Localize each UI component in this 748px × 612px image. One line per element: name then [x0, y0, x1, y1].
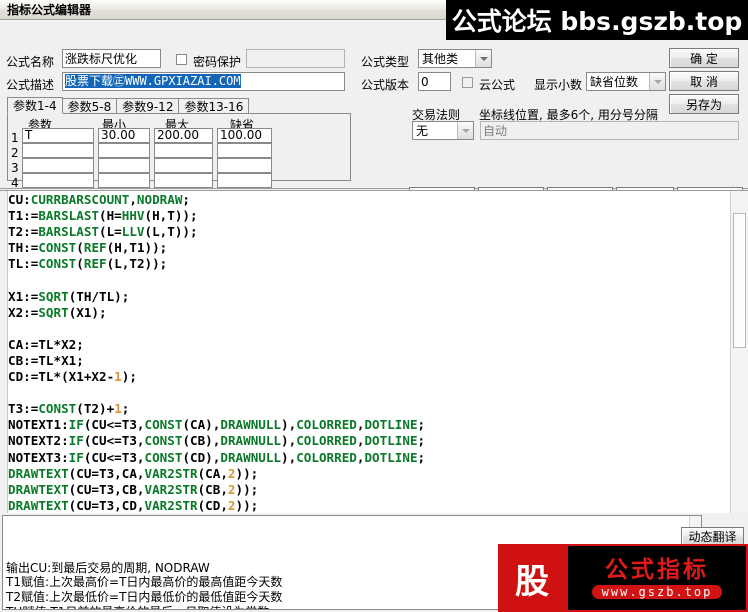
- formula-type-value: 其他类: [422, 52, 459, 66]
- formula-type-label: 公式类型: [361, 55, 410, 69]
- formula-type-combo[interactable]: 其他类: [418, 49, 492, 68]
- param-row-index: 4: [11, 176, 19, 190]
- save-as-button-label: 另存为: [685, 97, 722, 112]
- window-title: 指标公式编辑器: [7, 3, 92, 17]
- param-default-input-3[interactable]: [217, 158, 272, 173]
- decimals-value: 缺省位数: [590, 75, 639, 89]
- param-max-input-3[interactable]: [154, 158, 213, 173]
- password-protect-label: 密码保护: [193, 55, 242, 69]
- param-min-input-3[interactable]: [98, 158, 150, 173]
- watermark-top-banner: 公式论坛 bbs.gszb.top: [446, 0, 748, 40]
- password-input[interactable]: [246, 49, 345, 68]
- watermark-logo-title: 公式指标: [605, 557, 709, 583]
- trade-rule-combo[interactable]: 无: [412, 121, 474, 140]
- axis-position-input[interactable]: [480, 121, 739, 140]
- ok-button[interactable]: 确 定: [669, 48, 739, 68]
- cancel-button-label: 取 消: [690, 74, 718, 89]
- formula-version-input[interactable]: [418, 72, 451, 91]
- param-name-input-2[interactable]: [22, 143, 94, 158]
- formula-version-label: 公式版本: [361, 78, 410, 92]
- param-min-input-2[interactable]: [98, 143, 150, 158]
- editor-scrollbar-thumb[interactable]: [733, 213, 746, 348]
- tab-params-5-8[interactable]: 参数5-8: [61, 98, 118, 114]
- editor-gutter: [0, 191, 8, 513]
- param-row-index: 3: [11, 161, 19, 175]
- watermark-logo-glyph: 股: [498, 544, 566, 612]
- parameter-tabs: 参数1-4 参数5-8 参数9-12 参数13-16: [7, 97, 250, 114]
- param-max-input-4[interactable]: [154, 173, 213, 188]
- formula-name-label: 公式名称: [6, 55, 55, 69]
- decimals-combo[interactable]: 缺省位数: [586, 72, 666, 91]
- chevron-down-icon[interactable]: [475, 50, 491, 67]
- editor-vertical-scrollbar[interactable]: [730, 191, 748, 513]
- save-as-button[interactable]: 另存为: [669, 94, 739, 114]
- param-default-input-4[interactable]: [217, 173, 272, 188]
- param-max-input-2[interactable]: [154, 143, 213, 158]
- watermark-logo: 股 公式指标 www.gszb.top: [498, 544, 748, 612]
- trade-rule-value: 无: [416, 124, 429, 138]
- watermark-logo-url: www.gszb.top: [591, 585, 723, 599]
- formula-desc-value: 股票下载㊣WWW.GPXIAZAI.COM: [65, 74, 241, 88]
- param-default-input-1[interactable]: [217, 128, 272, 143]
- code-text[interactable]: CU:CURRBARSCOUNT,NODRAW; T1:=BARSLAST(H=…: [8, 192, 718, 513]
- tab-params-13-16[interactable]: 参数13-16: [178, 98, 250, 114]
- code-editor[interactable]: CU:CURRBARSCOUNT,NODRAW; T1:=BARSLAST(H=…: [0, 190, 748, 513]
- param-default-input-2[interactable]: [217, 143, 272, 158]
- parameters-panel: 参数 最小 最大 缺省 1 2 3 4: [7, 113, 351, 190]
- ok-button-label: 确 定: [690, 51, 718, 66]
- dynamic-translate-label: 动态翻译: [688, 530, 737, 544]
- cancel-button[interactable]: 取 消: [669, 71, 739, 91]
- tab-params-9-12[interactable]: 参数9-12: [116, 98, 180, 114]
- decimals-label: 显示小数: [534, 78, 583, 92]
- formula-desc-input[interactable]: 股票下载㊣WWW.GPXIAZAI.COM: [62, 72, 345, 91]
- param-row-index: 2: [11, 146, 19, 160]
- formula-desc-label: 公式描述: [6, 78, 55, 92]
- tab-params-1-4[interactable]: 参数1-4: [7, 97, 63, 114]
- param-name-input-3[interactable]: [22, 158, 94, 173]
- watermark-top-text: 公式论坛 bbs.gszb.top: [451, 7, 743, 36]
- cloud-formula-checkbox[interactable]: [462, 77, 473, 88]
- chevron-down-icon[interactable]: [649, 73, 665, 90]
- param-min-input-1[interactable]: [98, 128, 150, 143]
- top-form-region: 公式名称 密码保护 公式类型 其他类 确 定 公式描述 股票下载㊣WWW.GPX…: [0, 20, 748, 248]
- param-name-input-1[interactable]: [22, 128, 94, 143]
- cloud-formula-label: 云公式: [479, 78, 516, 92]
- param-name-input-4[interactable]: [22, 173, 94, 188]
- indicator-formula-editor-window: 指标公式编辑器 公式名称 密码保护 公式类型 其他类 确 定 公式描述 股票下载…: [0, 0, 748, 612]
- param-max-input-1[interactable]: [154, 128, 213, 143]
- param-row-index: 1: [11, 131, 19, 145]
- param-min-input-4[interactable]: [98, 173, 150, 188]
- password-protect-checkbox[interactable]: [176, 54, 187, 65]
- chevron-down-icon[interactable]: [457, 122, 473, 139]
- formula-name-input[interactable]: [62, 49, 161, 68]
